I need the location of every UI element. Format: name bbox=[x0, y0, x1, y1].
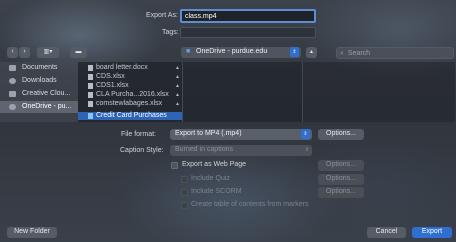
file-icon bbox=[88, 65, 93, 71]
file-name: Credit Card Purchases bbox=[96, 112, 167, 119]
downloads-icon bbox=[9, 78, 16, 84]
toc-label: Create table of contents from markers bbox=[191, 201, 309, 208]
cloud-arrow-icon: ▲ bbox=[175, 92, 180, 98]
search-icon: ⌕ bbox=[340, 50, 344, 57]
list-item[interactable]: CDS1.xlsx ▲ bbox=[78, 82, 182, 90]
include-quiz-checkbox[interactable] bbox=[181, 176, 188, 183]
chevron-up-icon: ▲ bbox=[309, 49, 314, 55]
updown-arrows-icon: ⇕ bbox=[304, 147, 309, 153]
chevron-right-icon: › bbox=[23, 48, 26, 55]
updown-arrows-icon: ⇕ bbox=[290, 47, 299, 57]
file-name: board letter.docx bbox=[96, 64, 148, 71]
folder-icon bbox=[9, 91, 16, 97]
sidebar-item-downloads[interactable]: Downloads bbox=[0, 75, 78, 87]
new-folder-button[interactable]: New Folder bbox=[7, 227, 57, 238]
sidebar-item-label: OneDrive - pu... bbox=[22, 103, 72, 110]
folder-icon: ■ bbox=[186, 48, 191, 55]
expand-button[interactable]: ▲ bbox=[306, 47, 317, 58]
export-label: Export bbox=[421, 228, 443, 235]
export-button[interactable]: Export bbox=[412, 227, 452, 238]
cancel-button[interactable]: Cancel bbox=[367, 227, 406, 238]
include-scorm-checkbox[interactable] bbox=[181, 189, 188, 196]
file-name: CDS1.xlsx bbox=[96, 82, 129, 89]
export-web-page-label: Export as Web Page bbox=[182, 161, 247, 168]
caption-style-popup[interactable]: Burned in captions ⇕ bbox=[170, 145, 312, 156]
cloud-arrow-icon: ▲ bbox=[175, 74, 180, 80]
sidebar-item-label: Creative Clou... bbox=[22, 90, 71, 97]
list-item[interactable]: board letter.docx ▲ bbox=[78, 64, 182, 72]
list-item[interactable]: CDS.xlsx ▲ bbox=[78, 73, 182, 81]
file-name: CDS.xlsx bbox=[96, 73, 125, 80]
export-web-page-checkbox[interactable] bbox=[171, 162, 178, 169]
browser-column bbox=[182, 62, 303, 122]
file-icon bbox=[88, 83, 93, 89]
file-format-options-button[interactable]: Options... bbox=[318, 129, 364, 140]
caption-style-label: Caption Style: bbox=[120, 147, 164, 154]
options-button-label: Options... bbox=[326, 188, 356, 195]
forward-button[interactable]: › bbox=[19, 47, 30, 58]
updown-arrows-icon: ⇕ bbox=[301, 129, 310, 139]
export-as-value: class.mp4 bbox=[185, 13, 217, 20]
options-button-label: Options... bbox=[326, 161, 356, 168]
sidebar-item-creative-cloud[interactable]: Creative Clou... bbox=[0, 88, 78, 100]
browser-column bbox=[302, 62, 455, 122]
new-folder-label: New Folder bbox=[14, 228, 50, 235]
sidebar-item-label: Downloads bbox=[22, 77, 57, 84]
options-button-label: Options... bbox=[326, 130, 356, 137]
tags-input[interactable] bbox=[180, 27, 316, 38]
cloud-arrow-icon: ▲ bbox=[175, 101, 180, 107]
folder-icon bbox=[88, 113, 93, 119]
scorm-options-button[interactable]: Options... bbox=[318, 187, 364, 198]
file-list: board letter.docx ▲ CDS.xlsx ▲ CDS1.xlsx… bbox=[78, 62, 182, 122]
sidebar-item-documents[interactable]: Documents bbox=[0, 62, 78, 74]
folder-icon: ▬ bbox=[75, 49, 82, 55]
new-folder-icon-button[interactable]: ▬ bbox=[70, 47, 87, 58]
file-format-value: Export to MP4 (.mp4) bbox=[175, 130, 242, 137]
cancel-label: Cancel bbox=[375, 228, 398, 235]
list-item[interactable]: Credit Card Purchases bbox=[78, 112, 182, 120]
cloud-arrow-icon: ▲ bbox=[175, 65, 180, 71]
document-icon bbox=[9, 65, 16, 71]
cloud-arrow-icon: ▲ bbox=[175, 83, 180, 89]
list-item[interactable]: CLA Purcha...2016.xlsx ▲ bbox=[78, 91, 182, 99]
file-format-label: File format: bbox=[121, 131, 157, 138]
file-name: CLA Purcha...2016.xlsx bbox=[96, 91, 169, 98]
include-quiz-label: Include Quiz bbox=[191, 175, 230, 182]
options-button-label: Options... bbox=[326, 175, 356, 182]
columns-view-icon: ▥▾ bbox=[43, 49, 53, 55]
toc-checkbox[interactable] bbox=[181, 202, 188, 209]
chevron-left-icon: ‹ bbox=[11, 48, 14, 55]
file-icon bbox=[88, 92, 93, 98]
sidebar-item-onedrive[interactable]: OneDrive - pu... bbox=[0, 101, 78, 113]
include-scorm-label: Include SCORM bbox=[191, 188, 242, 195]
file-icon bbox=[88, 74, 93, 80]
file-icon bbox=[88, 101, 93, 107]
file-format-popup[interactable]: Export to MP4 (.mp4) ⇕ bbox=[170, 129, 312, 140]
file-name: comstewlabages.xlsx bbox=[96, 100, 163, 107]
cloud-icon bbox=[9, 104, 16, 110]
export-as-label: Export As: bbox=[146, 12, 178, 19]
back-button[interactable]: ‹ bbox=[7, 47, 18, 58]
list-item[interactable]: comstewlabages.xlsx ▲ bbox=[78, 100, 182, 108]
quiz-options-button[interactable]: Options... bbox=[318, 174, 364, 185]
location-popup[interactable]: ■ OneDrive - purdue.edu ⇕ bbox=[181, 47, 301, 58]
tags-label: Tags: bbox=[162, 29, 179, 36]
sidebar: Documents Downloads Creative Clou... One… bbox=[0, 62, 78, 122]
search-placeholder: Search bbox=[347, 50, 371, 57]
sidebar-item-label: Documents bbox=[22, 64, 58, 71]
location-label: OneDrive - purdue.edu bbox=[196, 48, 268, 55]
web-page-options-button[interactable]: Options... bbox=[318, 160, 364, 171]
caption-style-value: Burned in captions bbox=[175, 146, 233, 153]
view-mode-button[interactable]: ▥▾ bbox=[37, 47, 59, 58]
search-field[interactable]: ⌕ Search bbox=[336, 47, 454, 59]
export-as-input[interactable]: class.mp4 bbox=[180, 9, 316, 23]
